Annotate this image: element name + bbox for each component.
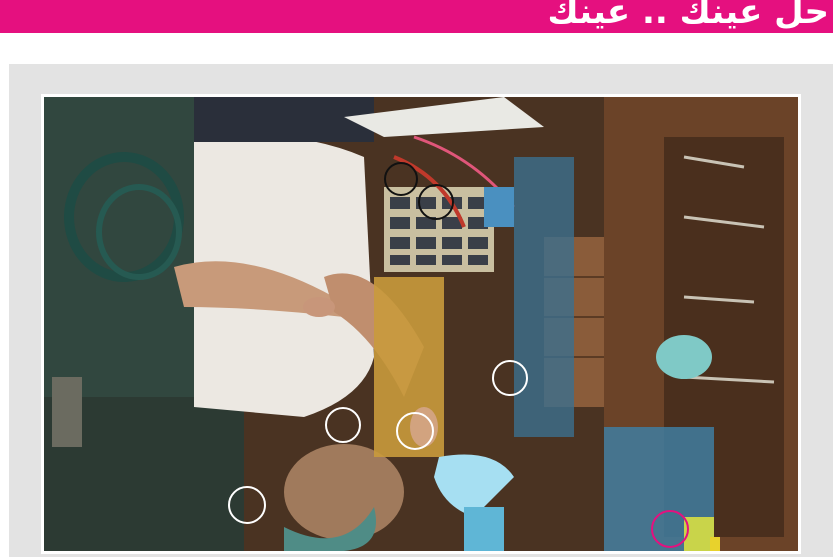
puzzle-photo[interactable]: [44, 97, 798, 551]
difference-marker[interactable]: [492, 360, 528, 396]
difference-marker[interactable]: [384, 162, 418, 196]
difference-marker[interactable]: [396, 412, 434, 450]
banner-title: حل عينك .. عينك: [547, 0, 829, 32]
difference-marker[interactable]: [418, 184, 454, 220]
difference-marker[interactable]: [325, 407, 361, 443]
difference-marker[interactable]: [228, 486, 266, 524]
difference-marker[interactable]: [651, 510, 689, 548]
workshop-scene-image: [44, 97, 798, 551]
top-banner: حل عينك .. عينك: [0, 0, 833, 33]
